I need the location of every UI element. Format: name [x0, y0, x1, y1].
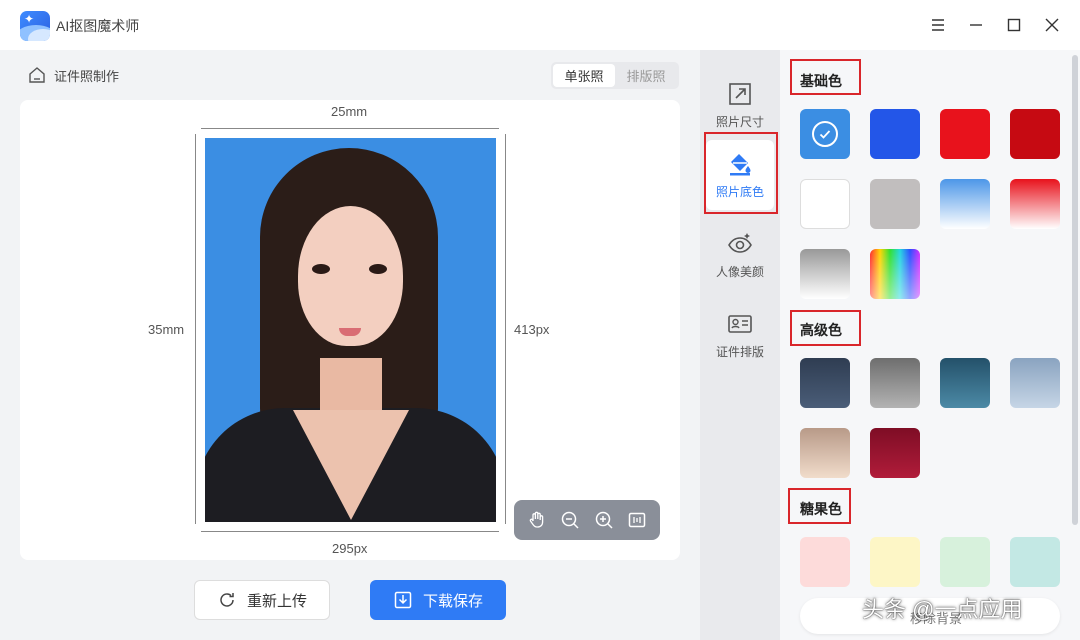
tool-photo-size-label: 照片尺寸 — [715, 114, 764, 129]
color-swatch-gradient-burgundy[interactable] — [870, 428, 920, 478]
color-swatch-dark-red[interactable] — [1010, 109, 1060, 159]
reupload-label: 重新上传 — [246, 592, 307, 610]
color-swatch-gradient-darkgray[interactable] — [870, 358, 920, 408]
zoom-out-icon[interactable] — [558, 508, 582, 532]
color-swatch-candy-pink[interactable] — [800, 537, 850, 587]
eye-sparkle-icon — [728, 232, 752, 253]
color-swatch-white[interactable] — [800, 179, 850, 229]
color-swatch-rainbow[interactable] — [870, 249, 920, 299]
tool-portrait-beauty[interactable]: 人像美颜 — [706, 220, 774, 290]
tool-id-layout[interactable]: 证件排版 — [706, 300, 774, 370]
color-swatch-gradient-steelblue[interactable] — [1010, 358, 1060, 408]
dimension-line-left — [195, 134, 196, 524]
tab-layout-photo[interactable]: 排版照 — [615, 64, 677, 87]
dimension-line-right — [505, 134, 506, 524]
minimize-icon[interactable] — [964, 13, 988, 37]
color-swatch-blue-selected[interactable] — [800, 109, 850, 159]
page-title-label: 证件照制作 — [54, 68, 120, 84]
color-swatch-red[interactable] — [940, 109, 990, 159]
home-back-icon — [29, 67, 45, 83]
tool-photo-size[interactable]: 照片尺寸 — [706, 70, 774, 140]
color-swatch-candy-cyan[interactable] — [1010, 537, 1060, 587]
color-swatch-candy-yellow[interactable] — [870, 537, 920, 587]
highlight-box — [790, 310, 861, 346]
refresh-icon — [220, 593, 234, 607]
color-swatch-gradient-gray[interactable] — [800, 249, 850, 299]
color-swatch-slate[interactable] — [800, 358, 850, 408]
mode-switch: 单张照 排版照 — [551, 62, 679, 89]
width-px-label: 295px — [332, 541, 368, 556]
highlight-box — [790, 59, 861, 95]
tool-portrait-beauty-label: 人像美颜 — [715, 264, 764, 279]
hand-icon[interactable] — [525, 508, 549, 532]
download-icon — [394, 591, 412, 609]
check-icon — [812, 121, 838, 147]
watermark: 头条 @一点应用 — [862, 597, 1023, 622]
color-swatch-gradient-red[interactable] — [1010, 179, 1060, 229]
color-swatch-candy-green[interactable] — [940, 537, 990, 587]
zoom-in-icon[interactable] — [592, 508, 616, 532]
maximize-icon[interactable] — [1002, 13, 1026, 37]
id-photo — [205, 138, 496, 522]
download-label: 下载保存 — [422, 592, 483, 610]
zoom-toolbar — [514, 500, 660, 540]
tab-single-photo[interactable]: 单张照 — [553, 64, 615, 87]
title-bar: ✦ AI抠图魔术师 — [0, 0, 1080, 50]
color-swatch-gradient-blue[interactable] — [940, 179, 990, 229]
highlight-box — [788, 488, 851, 524]
tool-id-layout-label: 证件排版 — [715, 344, 764, 359]
resize-icon — [729, 82, 751, 105]
color-swatch-gradient-tan[interactable] — [800, 428, 850, 478]
app-logo-icon: ✦ — [20, 11, 50, 41]
color-swatch-gradient-teal[interactable] — [940, 358, 990, 408]
download-button[interactable]: 下载保存 — [370, 580, 506, 620]
dimension-line-top — [201, 128, 499, 129]
close-icon[interactable] — [1040, 13, 1064, 37]
dimension-line-bottom — [201, 531, 499, 532]
width-mm-label: 25mm — [331, 104, 368, 119]
reupload-button[interactable]: 重新上传 — [194, 580, 330, 620]
id-card-icon — [728, 314, 752, 333]
page-title[interactable]: 证件照制作 — [28, 65, 119, 85]
color-swatch-gray[interactable] — [870, 179, 920, 229]
color-swatch-royal-blue[interactable] — [870, 109, 920, 159]
scrollbar[interactable] — [1072, 55, 1078, 525]
fit-icon[interactable] — [625, 508, 649, 532]
menu-icon[interactable] — [926, 13, 950, 37]
height-mm-label: 35mm — [148, 322, 185, 337]
height-px-label: 413px — [514, 322, 550, 337]
app-title: AI抠图魔术师 — [56, 18, 140, 34]
highlight-box — [704, 132, 778, 214]
